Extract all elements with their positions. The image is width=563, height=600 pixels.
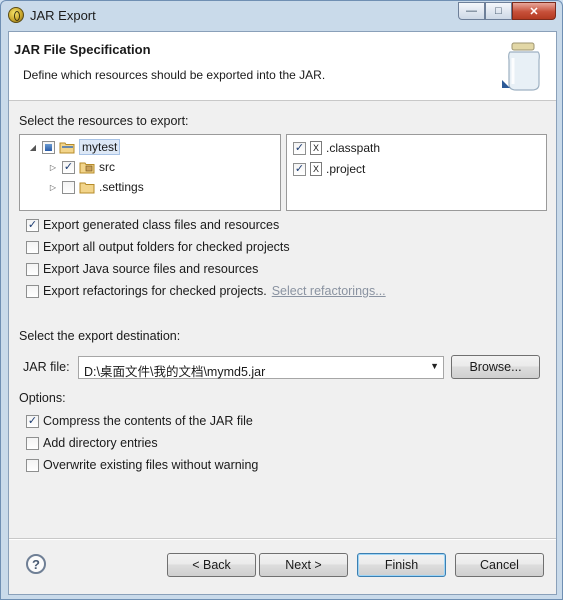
jar-icon: [502, 42, 540, 91]
checkbox-checked[interactable]: ✓: [293, 162, 306, 176]
xml-file-icon: X: [310, 162, 322, 176]
option-label: Export all output folders for checked pr…: [43, 240, 290, 254]
jar-export-window: JAR Export — □ ✕ JAR File Specification …: [0, 0, 563, 600]
page-description: Define which resources should be exporte…: [23, 68, 326, 82]
checkbox-unchecked[interactable]: [26, 240, 39, 254]
checkbox-checked[interactable]: ✓: [293, 141, 306, 155]
directory-entries-option[interactable]: Add directory entries: [26, 434, 158, 452]
maximize-button[interactable]: □: [485, 2, 512, 20]
destination-label: Select the export destination:: [19, 329, 181, 343]
checkbox-unchecked[interactable]: [26, 262, 39, 276]
next-button[interactable]: Next >: [259, 553, 348, 577]
tree-item-settings[interactable]: ▷ .settings: [48, 178, 144, 196]
checkbox-checked[interactable]: ✓: [26, 218, 39, 232]
jar-file-path: D:\桌面文件\我的文档\mymd5.jar: [84, 365, 266, 379]
checkbox-unchecked[interactable]: [62, 180, 75, 194]
window-controls: — □ ✕: [458, 2, 556, 21]
eclipse-icon: [8, 7, 24, 23]
option-label: Export Java source files and resources: [43, 262, 259, 276]
checkbox-checked[interactable]: ✓: [26, 414, 39, 428]
tree-item-src[interactable]: ▷ ✓ src: [48, 158, 115, 176]
expand-right-icon[interactable]: ▷: [48, 183, 58, 192]
close-button[interactable]: ✕: [512, 2, 556, 20]
tree-item-mytest[interactable]: ◢ mytest: [28, 138, 121, 156]
file-item-project[interactable]: ✓ X .project: [293, 160, 365, 178]
project-folder-icon: [59, 142, 75, 153]
finish-button[interactable]: Finish: [357, 553, 446, 577]
jar-file-combo[interactable]: D:\桌面文件\我的文档\mymd5.jar ▼: [78, 356, 444, 379]
browse-button[interactable]: Browse...: [451, 355, 540, 379]
expand-right-icon[interactable]: ▷: [48, 163, 58, 172]
compress-option[interactable]: ✓ Compress the contents of the JAR file: [26, 412, 253, 430]
footer-separator: [9, 538, 556, 540]
checkbox-unchecked[interactable]: [26, 458, 39, 472]
option-label: Overwrite existing files without warning: [43, 458, 259, 472]
checkbox-checked[interactable]: ✓: [62, 160, 75, 174]
export-class-files-option[interactable]: ✓ Export generated class files and resou…: [26, 216, 279, 234]
checkbox-unchecked[interactable]: [26, 436, 39, 450]
option-label: Export refactorings for checked projects…: [43, 284, 267, 298]
option-label: Export generated class files and resourc…: [43, 218, 280, 232]
options-label: Options:: [19, 391, 66, 405]
expand-down-icon[interactable]: ◢: [28, 143, 38, 152]
option-label: Add directory entries: [43, 436, 158, 450]
title-bar: JAR Export — □ ✕: [1, 1, 562, 31]
export-java-source-option[interactable]: Export Java source files and resources: [26, 260, 258, 278]
minimize-button[interactable]: —: [458, 2, 485, 20]
folder-icon: [79, 182, 95, 193]
checkbox-unchecked[interactable]: [26, 284, 39, 298]
jar-file-label: JAR file:: [23, 360, 70, 374]
resources-label: Select the resources to export:: [19, 114, 189, 128]
checkbox-partial[interactable]: [42, 140, 55, 154]
file-item-classpath[interactable]: ✓ X .classpath: [293, 139, 380, 157]
option-label: Compress the contents of the JAR file: [43, 414, 253, 428]
file-item-label: .classpath: [326, 141, 381, 155]
cancel-button[interactable]: Cancel: [455, 553, 544, 577]
tree-item-label: src: [99, 160, 115, 174]
window-title: JAR Export: [30, 8, 96, 23]
page-title: JAR File Specification: [14, 42, 151, 57]
tree-item-label: .settings: [99, 180, 144, 194]
file-list[interactable]: ✓ X .classpath ✓ X .project: [286, 134, 547, 211]
wizard-header: JAR File Specification Define which reso…: [9, 32, 556, 101]
xml-file-icon: X: [310, 141, 322, 155]
file-item-label: .project: [326, 162, 366, 176]
package-folder-icon: [79, 162, 95, 173]
select-refactorings-link[interactable]: Select refactorings...: [272, 284, 386, 298]
export-refactorings-option[interactable]: Export refactorings for checked projects…: [26, 282, 386, 300]
back-button[interactable]: < Back: [167, 553, 256, 577]
tree-item-label: mytest: [79, 139, 121, 155]
dropdown-arrow-icon[interactable]: ▼: [430, 361, 439, 371]
overwrite-option[interactable]: Overwrite existing files without warning: [26, 456, 258, 474]
project-tree[interactable]: ◢ mytest ▷ ✓ src ▷ .settings: [19, 134, 281, 211]
dialog-client-area: JAR File Specification Define which reso…: [8, 31, 557, 595]
export-output-folders-option[interactable]: Export all output folders for checked pr…: [26, 238, 290, 256]
help-icon[interactable]: ?: [26, 554, 46, 574]
